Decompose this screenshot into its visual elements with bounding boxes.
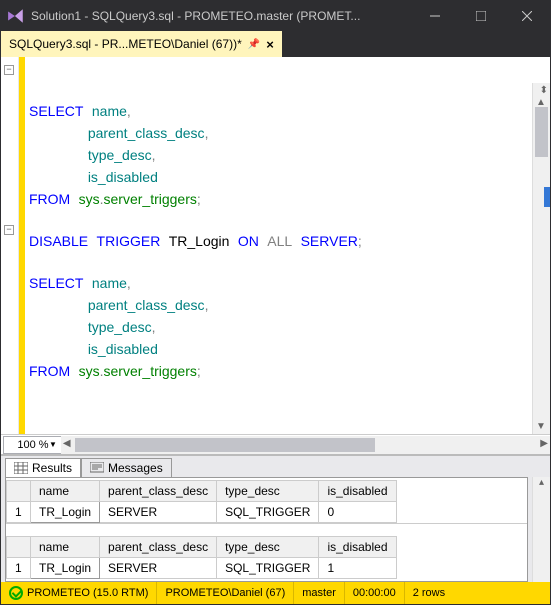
document-tabs: SQLQuery3.sql - PR...METEO\Daniel (67))*… — [1, 31, 550, 57]
messages-icon — [90, 462, 104, 474]
col-disabled[interactable]: is_disabled — [319, 481, 396, 502]
tab-messages[interactable]: Messages — [81, 458, 172, 477]
zoom-row: ▼ ◀ ▶ — [1, 434, 550, 454]
maximize-button[interactable] — [458, 1, 504, 31]
col-parent[interactable]: parent_class_desc — [100, 481, 217, 502]
tab-label: SQLQuery3.sql - PR...METEO\Daniel (67))* — [9, 37, 242, 51]
col-type[interactable]: type_desc — [217, 537, 319, 558]
code-content[interactable]: SELECT name, parent_class_desc, type_des… — [25, 57, 550, 434]
status-database: master — [293, 582, 344, 604]
editor-vertical-scrollbar[interactable]: ⬍ ▲ ▼ — [532, 83, 550, 434]
close-button[interactable] — [504, 1, 550, 31]
pin-icon[interactable]: 📌 — [248, 39, 260, 50]
col-name[interactable]: name — [31, 481, 100, 502]
status-rows: 2 rows — [404, 582, 453, 604]
row-header-blank — [7, 481, 31, 502]
table-row[interactable]: 1 TR_Login SERVER SQL_TRIGGER 0 — [7, 502, 397, 523]
row-number[interactable]: 1 — [7, 558, 31, 579]
row-header-blank — [7, 537, 31, 558]
col-name[interactable]: name — [31, 537, 100, 558]
results-grid-2[interactable]: name parent_class_desc type_desc is_disa… — [6, 536, 397, 579]
results-panel: Results Messages name parent_class_desc … — [1, 454, 550, 582]
app-icon — [7, 7, 25, 25]
scroll-left-icon[interactable]: ◀ — [63, 438, 71, 449]
scroll-up-icon[interactable]: ▴ — [533, 477, 550, 488]
scrollbar-thumb[interactable] — [75, 438, 375, 452]
results-grid-1[interactable]: name parent_class_desc type_desc is_disa… — [6, 480, 397, 523]
cell-type[interactable]: SQL_TRIGGER — [217, 502, 319, 523]
table-header-row: name parent_class_desc type_desc is_disa… — [7, 537, 397, 558]
cell-disabled[interactable]: 0 — [319, 502, 396, 523]
scroll-right-icon[interactable]: ▶ — [540, 438, 548, 449]
tab-results[interactable]: Results — [5, 458, 81, 477]
cell-parent[interactable]: SERVER — [100, 558, 217, 579]
grid-icon — [14, 462, 28, 474]
status-time: 00:00:00 — [344, 582, 404, 604]
split-icon[interactable]: ⬍ — [540, 85, 548, 96]
table-header-row: name parent_class_desc type_desc is_disa… — [7, 481, 397, 502]
title-bar: Solution1 - SQLQuery3.sql - PROMETEO.mas… — [1, 1, 550, 31]
close-tab-icon[interactable]: × — [266, 37, 274, 52]
status-user: PROMETEO\Daniel (67) — [156, 582, 293, 604]
fold-gutter: − − — [1, 57, 19, 434]
tab-results-label: Results — [32, 461, 72, 475]
cell-type[interactable]: SQL_TRIGGER — [217, 558, 319, 579]
table-row[interactable]: 1 TR_Login SERVER SQL_TRIGGER 1 — [7, 558, 397, 579]
cell-name[interactable]: TR_Login — [31, 558, 100, 579]
status-bar: PROMETEO (15.0 RTM) PROMETEO\Daniel (67)… — [1, 582, 550, 604]
tab-sqlquery3[interactable]: SQLQuery3.sql - PR...METEO\Daniel (67))*… — [1, 31, 282, 57]
minimize-button[interactable] — [412, 1, 458, 31]
success-icon — [9, 586, 23, 600]
editor-horizontal-scrollbar[interactable]: ◀ ▶ — [61, 436, 550, 454]
results-tabs: Results Messages — [1, 456, 550, 477]
tab-messages-label: Messages — [108, 461, 163, 475]
row-number[interactable]: 1 — [7, 502, 31, 523]
results-grids: name parent_class_desc type_desc is_disa… — [5, 477, 528, 582]
fold-toggle-icon[interactable]: − — [4, 65, 14, 75]
results-vertical-scrollbar[interactable]: ▴ — [532, 477, 550, 582]
status-server-label: PROMETEO (15.0 RTM) — [27, 587, 148, 599]
scroll-down-icon[interactable]: ▼ — [536, 421, 546, 432]
cell-disabled[interactable]: 1 — [319, 558, 396, 579]
window-title: Solution1 - SQLQuery3.sql - PROMETEO.mas… — [31, 9, 412, 23]
sql-editor[interactable]: − − SELECT name, parent_class_desc, type… — [1, 57, 550, 434]
scroll-marker — [544, 187, 550, 207]
zoom-dropdown[interactable] — [3, 436, 63, 454]
fold-toggle-icon[interactable]: − — [4, 225, 14, 235]
cell-name[interactable]: TR_Login — [31, 502, 100, 523]
col-type[interactable]: type_desc — [217, 481, 319, 502]
col-parent[interactable]: parent_class_desc — [100, 537, 217, 558]
scrollbar-thumb[interactable] — [535, 107, 548, 157]
col-disabled[interactable]: is_disabled — [319, 537, 396, 558]
status-connection: PROMETEO (15.0 RTM) — [1, 582, 156, 604]
cell-parent[interactable]: SERVER — [100, 502, 217, 523]
